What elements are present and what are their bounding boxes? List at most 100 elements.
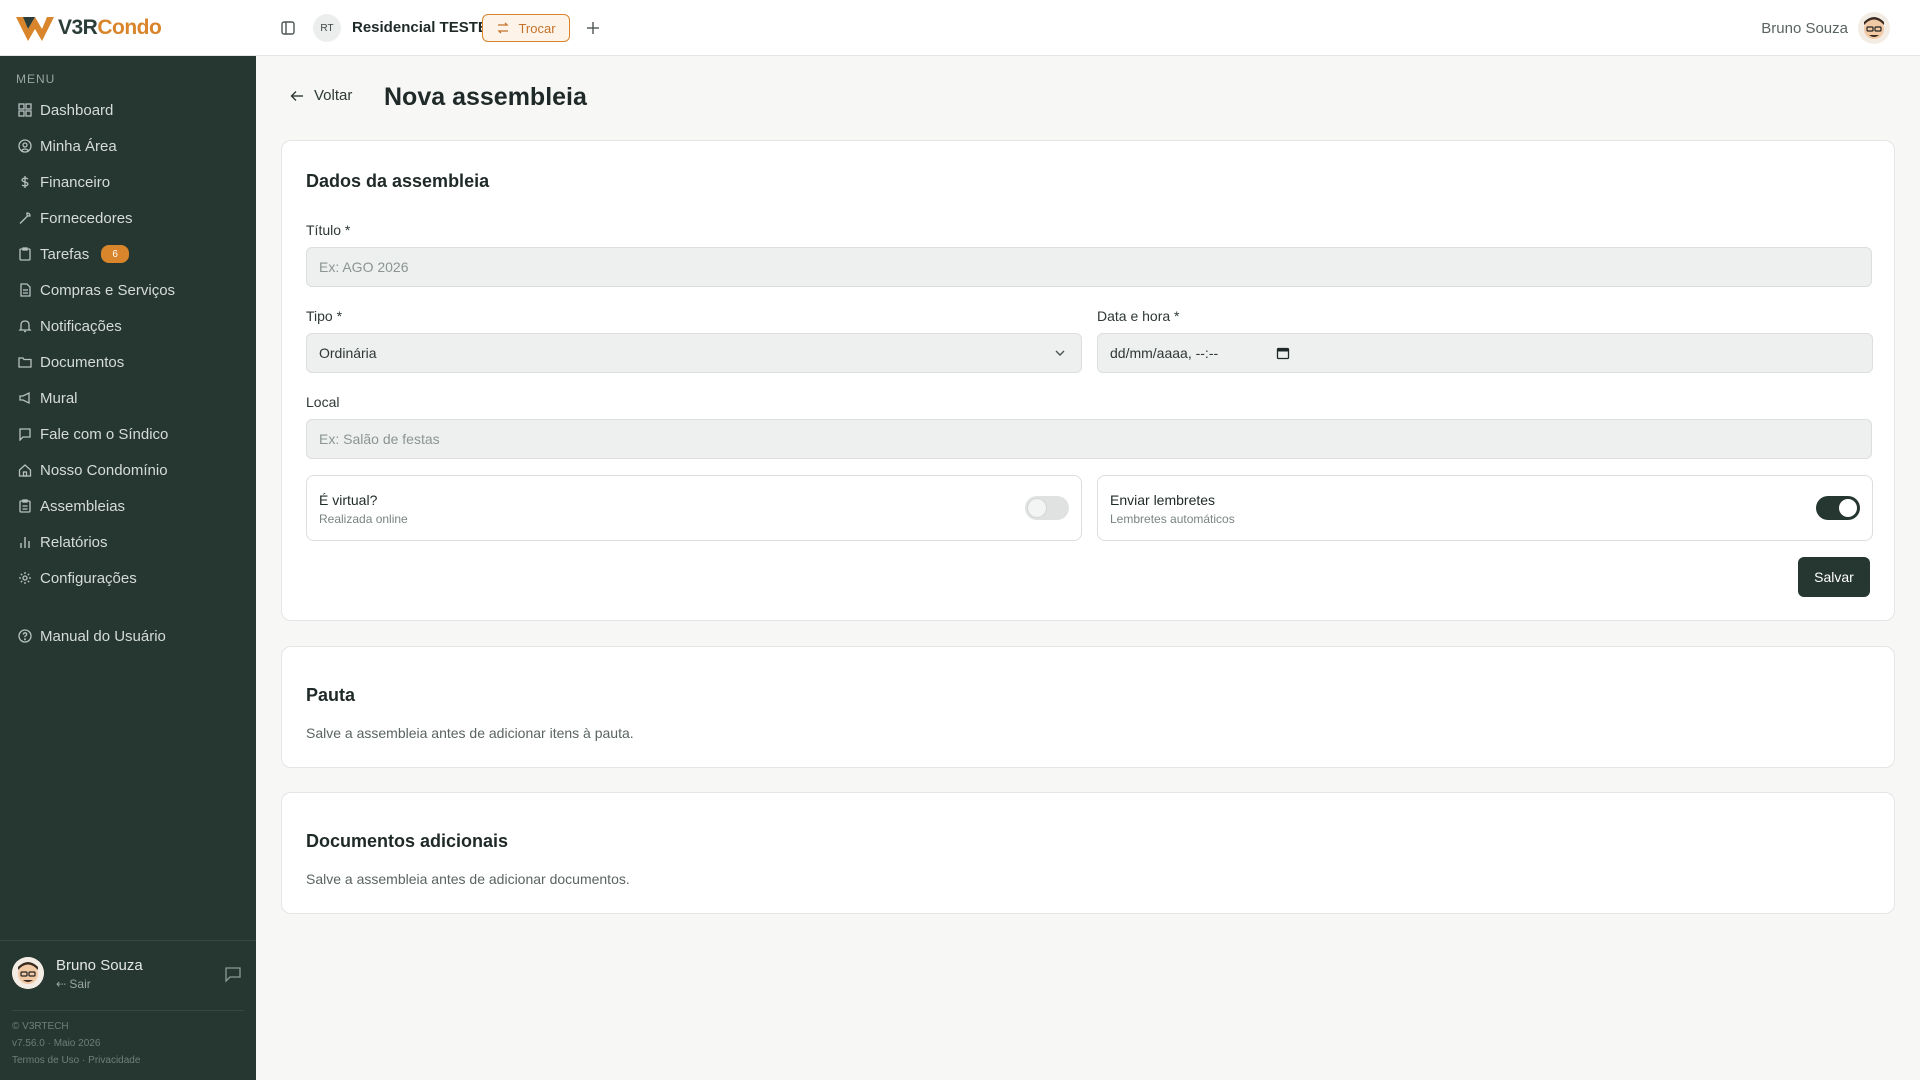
datetime-value: dd/mm/aaaa, --:-- [1110, 345, 1219, 361]
bell-icon [18, 319, 32, 333]
folder-icon [18, 355, 32, 369]
sidebar-item-financeiro[interactable]: Financeiro [0, 164, 256, 200]
menu-label: MENU [16, 72, 56, 86]
swap-icon [497, 22, 510, 34]
sidebar-toggle-button[interactable] [276, 16, 300, 40]
logout-link[interactable]: ⇠ Sair [56, 977, 91, 991]
card-title: Dados da assembleia [306, 171, 490, 191]
sidebar-item-label: Manual do Usuário [40, 627, 166, 645]
sidebar-item-manual[interactable]: Manual do Usuário [0, 618, 256, 654]
sidebar-item-fornecedores[interactable]: Fornecedores [0, 200, 256, 236]
sidebar-item-label: Minha Área [40, 137, 117, 155]
sidebar-item-nosso-condominio[interactable]: Nosso Condomínio [0, 452, 256, 488]
documents-card: Documentos adicionais Salve a assembleia… [281, 792, 1895, 914]
clipboard-icon [18, 247, 32, 261]
avatar[interactable] [12, 957, 44, 989]
add-condo-button[interactable] [581, 16, 605, 40]
sidebar-footer: © V3RTECH v7.56.0 · Maio 2026 Termos de … [12, 1018, 140, 1069]
chat-icon[interactable] [224, 965, 242, 983]
type-label: Tipo * [306, 308, 343, 324]
sidebar-item-label: Mural [40, 389, 78, 407]
avatar-face-icon [1864, 17, 1884, 39]
card-title: Pauta [306, 685, 356, 705]
help-circle-icon [18, 629, 32, 643]
assembly-data-card: Dados da assembleia Título * Ex: AGO 202… [281, 140, 1895, 621]
sidebar-item-minha-area[interactable]: Minha Área [0, 128, 256, 164]
sidebar-item-label: Notificações [40, 317, 122, 335]
chevron-down-icon [1055, 350, 1065, 356]
documents-empty-message: Salve a assembleia antes de adicionar do… [306, 871, 630, 887]
sidebar-item-label: Configurações [40, 569, 137, 587]
page-title: Nova assembleia [384, 83, 587, 111]
file-icon [18, 283, 32, 297]
wrench-icon [18, 211, 32, 225]
privacy-link[interactable]: Privacidade [88, 1055, 140, 1066]
logo-accent: Condo [97, 16, 162, 39]
condo-name: Residencial TESTE [352, 19, 488, 36]
gear-icon [18, 571, 32, 585]
reminders-switch[interactable] [1816, 496, 1860, 520]
agenda-card: Pauta Salve a assembleia antes de adicio… [281, 646, 1895, 768]
sidebar-user-name: Bruno Souza [56, 957, 143, 974]
sidebar-item-label: Fale com o Síndico [40, 425, 169, 443]
reminders-title: Enviar lembretes [1110, 492, 1216, 508]
sidebar-item-mural[interactable]: Mural [0, 380, 256, 416]
sidebar-item-label: Documentos [40, 353, 125, 371]
logout-label: Sair [69, 977, 91, 991]
top-bar: V3RCondo RT Residencial TESTE Trocar Bru… [0, 0, 1920, 56]
sidebar-item-configuracoes[interactable]: Configurações [0, 560, 256, 596]
tasks-count-badge: 6 [101, 245, 130, 263]
sidebar-item-label: Fornecedores [40, 209, 133, 227]
switch-condo-button[interactable]: Trocar [482, 14, 570, 42]
switch-knob [1028, 499, 1046, 517]
sidebar-item-compras[interactable]: Compras e Serviços [0, 272, 256, 308]
user-circle-icon [18, 139, 32, 153]
back-button[interactable]: Voltar [290, 87, 352, 104]
sidebar-user-panel: Bruno Souza ⇠ Sair [0, 940, 256, 1012]
agenda-empty-message: Salve a assembleia antes de adicionar it… [306, 725, 634, 741]
back-label: Voltar [314, 87, 353, 104]
sidebar-item-notificacoes[interactable]: Notificações [0, 308, 256, 344]
sidebar-item-label: Financeiro [40, 173, 111, 191]
type-select[interactable]: Ordinária [306, 333, 1082, 373]
sidebar-item-label: Compras e Serviços [40, 281, 176, 299]
logo-main: V3R [58, 16, 98, 39]
calendar-icon[interactable] [1276, 346, 1290, 360]
sidebar-item-relatorios[interactable]: Relatórios [0, 524, 256, 560]
legal-separator: · [82, 1055, 86, 1066]
condo-avatar: RT [313, 14, 341, 42]
save-button[interactable]: Salvar [1798, 557, 1870, 597]
user-menu[interactable]: Bruno Souza [1761, 12, 1890, 44]
title-label: Título * [306, 222, 351, 238]
home-icon [18, 463, 32, 477]
megaphone-icon [18, 391, 32, 405]
datetime-input[interactable]: dd/mm/aaaa, --:-- [1097, 333, 1873, 373]
avatar [1858, 12, 1890, 44]
logo-text: V3RCondo [58, 16, 162, 40]
title-input[interactable]: Ex: AGO 2026 [306, 247, 1872, 287]
terms-link[interactable]: Termos de Uso [12, 1055, 79, 1066]
plus-icon [587, 22, 599, 34]
sidebar-item-label: Tarefas [40, 245, 90, 263]
sidebar-item-assembleias[interactable]: Assembleias [0, 488, 256, 524]
local-label: Local [306, 394, 340, 410]
arrow-left-icon [290, 90, 303, 101]
local-input[interactable]: Ex: Salão de festas [306, 419, 1872, 459]
legal-links: Termos de Uso · Privacidade [12, 1052, 140, 1069]
virtual-switch[interactable] [1025, 496, 1069, 520]
logo-mark-icon [16, 17, 54, 41]
message-icon [18, 427, 32, 441]
reminders-subtitle: Lembretes automáticos [1110, 512, 1235, 526]
grid-icon [18, 103, 32, 117]
sidebar-item-tarefas[interactable]: Tarefas 6 [0, 236, 256, 272]
version: v7.56.0 · Maio 2026 [12, 1038, 101, 1049]
user-name: Bruno Souza [1761, 19, 1848, 37]
sidebar-item-label: Assembleias [40, 497, 126, 515]
sidebar-item-label: Dashboard [40, 101, 114, 119]
logo[interactable]: V3RCondo [14, 10, 162, 46]
sidebar-item-fale-sindico[interactable]: Fale com o Síndico [0, 416, 256, 452]
sidebar-item-documentos[interactable]: Documentos [0, 344, 256, 380]
card-title: Documentos adicionais [306, 831, 509, 851]
sidebar-item-dashboard[interactable]: Dashboard [0, 92, 256, 128]
switch-knob [1839, 499, 1857, 517]
